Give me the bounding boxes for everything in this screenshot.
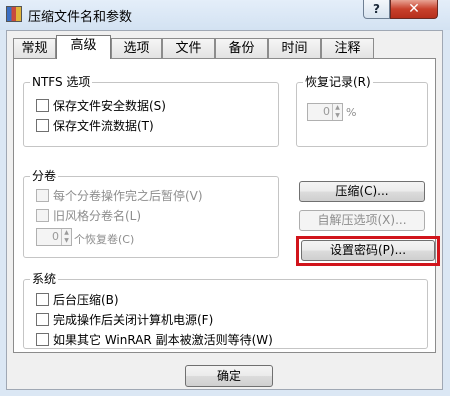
ok-button[interactable]: 确定: [185, 365, 273, 387]
wait-other-winrar-checkbox[interactable]: 如果其它 WinRAR 副本被激活则等待(W): [36, 331, 273, 347]
recovery-record-unit: %: [346, 106, 357, 119]
tab-files[interactable]: 文件: [162, 38, 215, 58]
close-button[interactable]: ✕: [390, 0, 438, 19]
recovery-record-value: 0: [323, 105, 330, 118]
tab-advanced[interactable]: 高级: [56, 35, 111, 59]
title-bar: 压缩文件名和参数 ? ✕: [0, 0, 450, 30]
dialog-body: 常规 高级 选项 文件 备份 时间 注释 NTFS 选项 保存文件安全数据(S)…: [6, 30, 443, 390]
shutdown-after-checkbox[interactable]: 完成操作后关闭计算机电源(F): [36, 311, 213, 327]
save-security-label: 保存文件安全数据(S): [53, 98, 166, 113]
old-style-names-checkbox[interactable]: 旧风格分卷名(L): [36, 207, 141, 223]
checkbox-box[interactable]: [36, 292, 49, 306]
pause-after-volume-checkbox[interactable]: 每个分卷操作完之后暂停(V): [36, 187, 203, 203]
tab-backup[interactable]: 备份: [215, 38, 268, 58]
ntfs-options-title: NTFS 选项: [30, 74, 93, 90]
checkbox-box[interactable]: [36, 332, 49, 346]
wait-other-winrar-label: 如果其它 WinRAR 副本被激活则等待(W): [53, 332, 273, 347]
recovery-volumes-stepper[interactable]: 0 ▲ ▼: [36, 228, 72, 246]
volume-title: 分卷: [30, 168, 59, 184]
compress-button[interactable]: 压缩(C)...: [299, 181, 425, 202]
ntfs-options-group: NTFS 选项 保存文件安全数据(S) 保存文件流数据(T): [23, 74, 279, 147]
recovery-volumes-value: 0: [52, 230, 59, 243]
tab-options[interactable]: 选项: [111, 38, 162, 58]
spin-arrows-icon[interactable]: ▲ ▼: [332, 104, 342, 120]
system-title: 系统: [30, 271, 59, 287]
recovery-volumes-label: 个恢复卷(C): [74, 233, 135, 246]
save-streams-label: 保存文件流数据(T): [53, 118, 154, 133]
recovery-record-group: 恢复记录(R) 0 ▲ ▼ %: [296, 74, 428, 147]
highlight-box: [296, 236, 440, 266]
window-title: 压缩文件名和参数: [28, 10, 133, 25]
tab-comment[interactable]: 注释: [321, 38, 374, 58]
winrar-app-icon: [6, 6, 22, 22]
tab-general[interactable]: 常规: [13, 38, 56, 58]
system-group: 系统 后台压缩(B) 完成操作后关闭计算机电源(F) 如果其它 WinRAR 副…: [23, 271, 428, 349]
checkbox-box[interactable]: [36, 208, 49, 222]
shutdown-after-label: 完成操作后关闭计算机电源(F): [53, 312, 214, 327]
recovery-record-stepper[interactable]: 0 ▲ ▼: [307, 103, 343, 121]
pause-after-volume-label: 每个分卷操作完之后暂停(V): [53, 188, 203, 203]
save-streams-checkbox[interactable]: 保存文件流数据(T): [36, 117, 154, 133]
save-security-checkbox[interactable]: 保存文件安全数据(S): [36, 97, 166, 113]
checkbox-box[interactable]: [36, 98, 49, 112]
tab-time[interactable]: 时间: [268, 38, 321, 58]
old-style-names-label: 旧风格分卷名(L): [53, 208, 142, 223]
volume-group: 分卷 每个分卷操作完之后暂停(V) 旧风格分卷名(L) 0 ▲ ▼ 个恢复卷(C): [23, 168, 279, 258]
sfx-options-button[interactable]: 自解压选项(X)...: [299, 210, 425, 231]
advanced-panel: NTFS 选项 保存文件安全数据(S) 保存文件流数据(T) 恢复记录(R) 0…: [13, 58, 440, 353]
recovery-record-title: 恢复记录(R): [303, 74, 373, 90]
help-button[interactable]: ?: [363, 0, 390, 19]
background-compress-label: 后台压缩(B): [53, 292, 119, 307]
checkbox-box[interactable]: [36, 188, 49, 202]
spin-arrows-icon[interactable]: ▲ ▼: [61, 229, 71, 245]
background-compress-checkbox[interactable]: 后台压缩(B): [36, 291, 119, 307]
checkbox-box[interactable]: [36, 312, 49, 326]
checkbox-box[interactable]: [36, 118, 49, 132]
